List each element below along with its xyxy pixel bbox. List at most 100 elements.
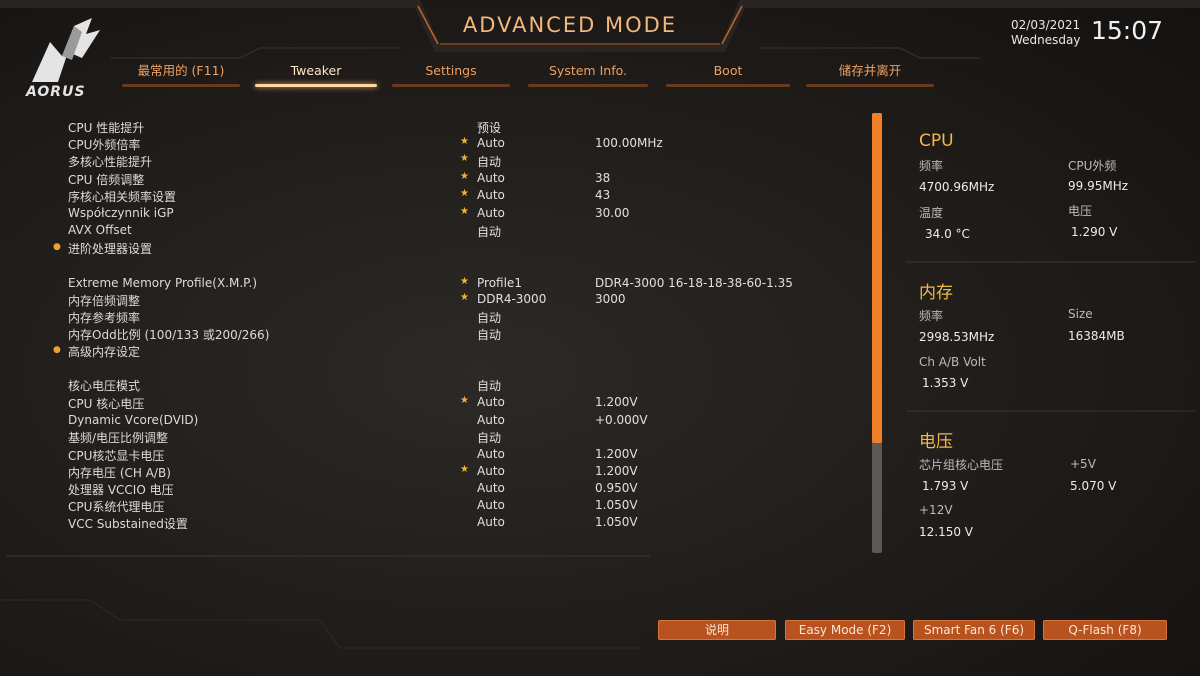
setting-value: 自动 — [477, 328, 502, 342]
setting-value: Auto — [477, 188, 505, 202]
cpu-temp-label: 温度 — [919, 206, 944, 220]
setting-current-value: 0.950V — [595, 481, 638, 495]
setting-row[interactable]: 内存Odd比例 (100/133 或200/266) 自动 — [68, 326, 828, 343]
setting-label: VCC Substained设置 — [68, 517, 188, 531]
setting-value: Auto — [477, 206, 505, 220]
setting-label: 内存电压 (CH A/B) — [68, 466, 171, 480]
memory-freq-label: 频率 — [919, 309, 944, 323]
submenu-label: 高级内存设定 — [68, 345, 141, 359]
qflash-button[interactable]: Q-Flash (F8) — [1043, 620, 1167, 640]
setting-row[interactable]: CPU 核心电压 ★ Auto 1.200V — [68, 395, 828, 412]
setting-current-value: 100.00MHz — [595, 136, 663, 150]
modified-star-icon: ★ — [460, 292, 469, 303]
setting-row[interactable]: CPU 性能提升 预设 — [68, 119, 828, 136]
cpu-section-title: CPU — [919, 131, 954, 151]
setting-label: 内存参考频率 — [68, 311, 141, 325]
smart-fan-button[interactable]: Smart Fan 6 (F6) — [913, 620, 1035, 640]
tab-tweaker[interactable]: Tweaker — [255, 60, 377, 87]
chipset-voltage-label: 芯片组核心电压 — [919, 458, 1004, 472]
setting-label: 核心电压模式 — [68, 379, 141, 393]
tab-favorites[interactable]: 最常用的 (F11) — [122, 60, 240, 87]
setting-row[interactable]: Współczynnik iGP ★ Auto 30.00 — [68, 206, 828, 223]
cpu-freq-value: 4700.96MHz — [919, 180, 995, 194]
help-button[interactable]: 说明 — [658, 620, 776, 640]
modified-star-icon: ★ — [460, 171, 469, 182]
submenu-row[interactable]: ● 进阶处理器设置 — [53, 240, 828, 257]
setting-label: 多核心性能提升 — [68, 155, 153, 169]
settings-scrollbar[interactable] — [872, 113, 882, 553]
submenu-row[interactable]: ● 高级内存设定 — [53, 343, 828, 360]
setting-current-value: 1.200V — [595, 464, 638, 478]
date-text: 02/03/2021 — [1011, 18, 1081, 32]
clock-time: 15:07 — [1091, 16, 1164, 45]
plus5v-value: 5.070 V — [1070, 479, 1117, 493]
tab-system-info[interactable]: System Info. — [528, 60, 648, 87]
modified-star-icon: ★ — [460, 276, 469, 287]
setting-row[interactable]: 处理器 VCCIO 电压 Auto 0.950V — [68, 481, 828, 498]
setting-label: 基频/电压比例调整 — [68, 431, 169, 445]
brand-wordmark: AORUS — [26, 84, 86, 100]
setting-row[interactable]: 基频/电压比例调整 自动 — [68, 429, 828, 446]
setting-label: CPU 核心电压 — [68, 397, 145, 411]
setting-row[interactable]: Dynamic Vcore(DVID) Auto +0.000V — [68, 413, 828, 430]
setting-current-value: DDR4-3000 16-18-18-38-60-1.35 — [595, 276, 793, 290]
scrollbar-thumb[interactable] — [872, 113, 882, 443]
setting-row[interactable]: Extreme Memory Profile(X.M.P.) ★ Profile1 D… — [68, 276, 828, 293]
modified-star-icon: ★ — [460, 395, 469, 406]
tab-boot[interactable]: Boot — [666, 60, 790, 87]
setting-row[interactable]: 核心电压模式 自动 — [68, 377, 828, 394]
memory-section-title: 内存 — [919, 283, 953, 303]
setting-row[interactable]: 内存参考频率 自动 — [68, 309, 828, 326]
setting-value: 自动 — [477, 311, 502, 325]
submenu-bullet-icon: ● — [53, 345, 61, 355]
setting-value: Auto — [477, 171, 505, 185]
modified-star-icon: ★ — [460, 136, 469, 147]
tab-settings[interactable]: Settings — [392, 60, 510, 87]
modified-star-icon: ★ — [460, 464, 469, 475]
cpu-bclk-value: 99.95MHz — [1068, 179, 1129, 193]
setting-value: 自动 — [477, 379, 502, 393]
setting-row[interactable]: 多核心性能提升 ★ 自动 — [68, 153, 828, 170]
setting-row[interactable]: 序核心相关频率设置 ★ Auto 43 — [68, 188, 828, 205]
setting-label: 内存倍频调整 — [68, 294, 141, 308]
setting-value: Auto — [477, 498, 505, 512]
setting-label: Dynamic Vcore(DVID) — [68, 413, 199, 427]
memory-size-value: 16384MB — [1068, 329, 1125, 343]
setting-row[interactable]: 内存倍频调整 ★ DDR4-3000 3000 — [68, 292, 828, 309]
setting-row[interactable]: AVX Offset 自动 — [68, 223, 828, 240]
setting-label: CPU 倍频调整 — [68, 173, 145, 187]
setting-row[interactable]: 内存电压 (CH A/B) ★ Auto 1.200V — [68, 464, 828, 481]
setting-label: AVX Offset — [68, 223, 132, 237]
setting-current-value: 38 — [595, 171, 611, 185]
plus5v-label: +5V — [1070, 457, 1096, 471]
setting-current-value: 1.050V — [595, 498, 638, 512]
tab-save-exit[interactable]: 储存并离开 — [806, 60, 934, 87]
setting-value: Profile1 — [477, 276, 522, 290]
setting-row[interactable]: CPU系统代理电压 Auto 1.050V — [68, 498, 828, 515]
setting-row[interactable]: CPU外频倍率 ★ Auto 100.00MHz — [68, 136, 828, 153]
setting-current-value: 30.00 — [595, 206, 630, 220]
memory-size-label: Size — [1068, 307, 1093, 321]
setting-label: Extreme Memory Profile(X.M.P.) — [68, 276, 258, 290]
setting-current-value: 1.200V — [595, 447, 638, 461]
cpu-volt-label: 电压 — [1068, 204, 1093, 218]
modified-star-icon: ★ — [460, 188, 469, 199]
setting-value: DDR4-3000 — [477, 292, 547, 306]
setting-row[interactable]: VCC Substained设置 Auto 1.050V — [68, 515, 828, 532]
memory-volt-value: 1.353 V — [922, 376, 969, 390]
modified-star-icon: ★ — [460, 153, 469, 164]
setting-row[interactable]: CPU核芯显卡电压 Auto 1.200V — [68, 447, 828, 464]
setting-label: CPU 性能提升 — [68, 121, 145, 135]
setting-value: Auto — [477, 464, 505, 478]
setting-value: Auto — [477, 515, 505, 529]
setting-row[interactable]: CPU 倍频调整 ★ Auto 38 — [68, 171, 828, 188]
setting-label: CPU系统代理电压 — [68, 500, 165, 514]
setting-value: Auto — [477, 481, 505, 495]
easy-mode-button[interactable]: Easy Mode (F2) — [785, 620, 905, 640]
modified-star-icon: ★ — [460, 206, 469, 217]
setting-value: Auto — [477, 136, 505, 150]
cpu-freq-label: 频率 — [919, 159, 944, 173]
submenu-label: 进阶处理器设置 — [68, 242, 153, 256]
setting-current-value: 43 — [595, 188, 611, 202]
setting-value: Auto — [477, 413, 505, 427]
